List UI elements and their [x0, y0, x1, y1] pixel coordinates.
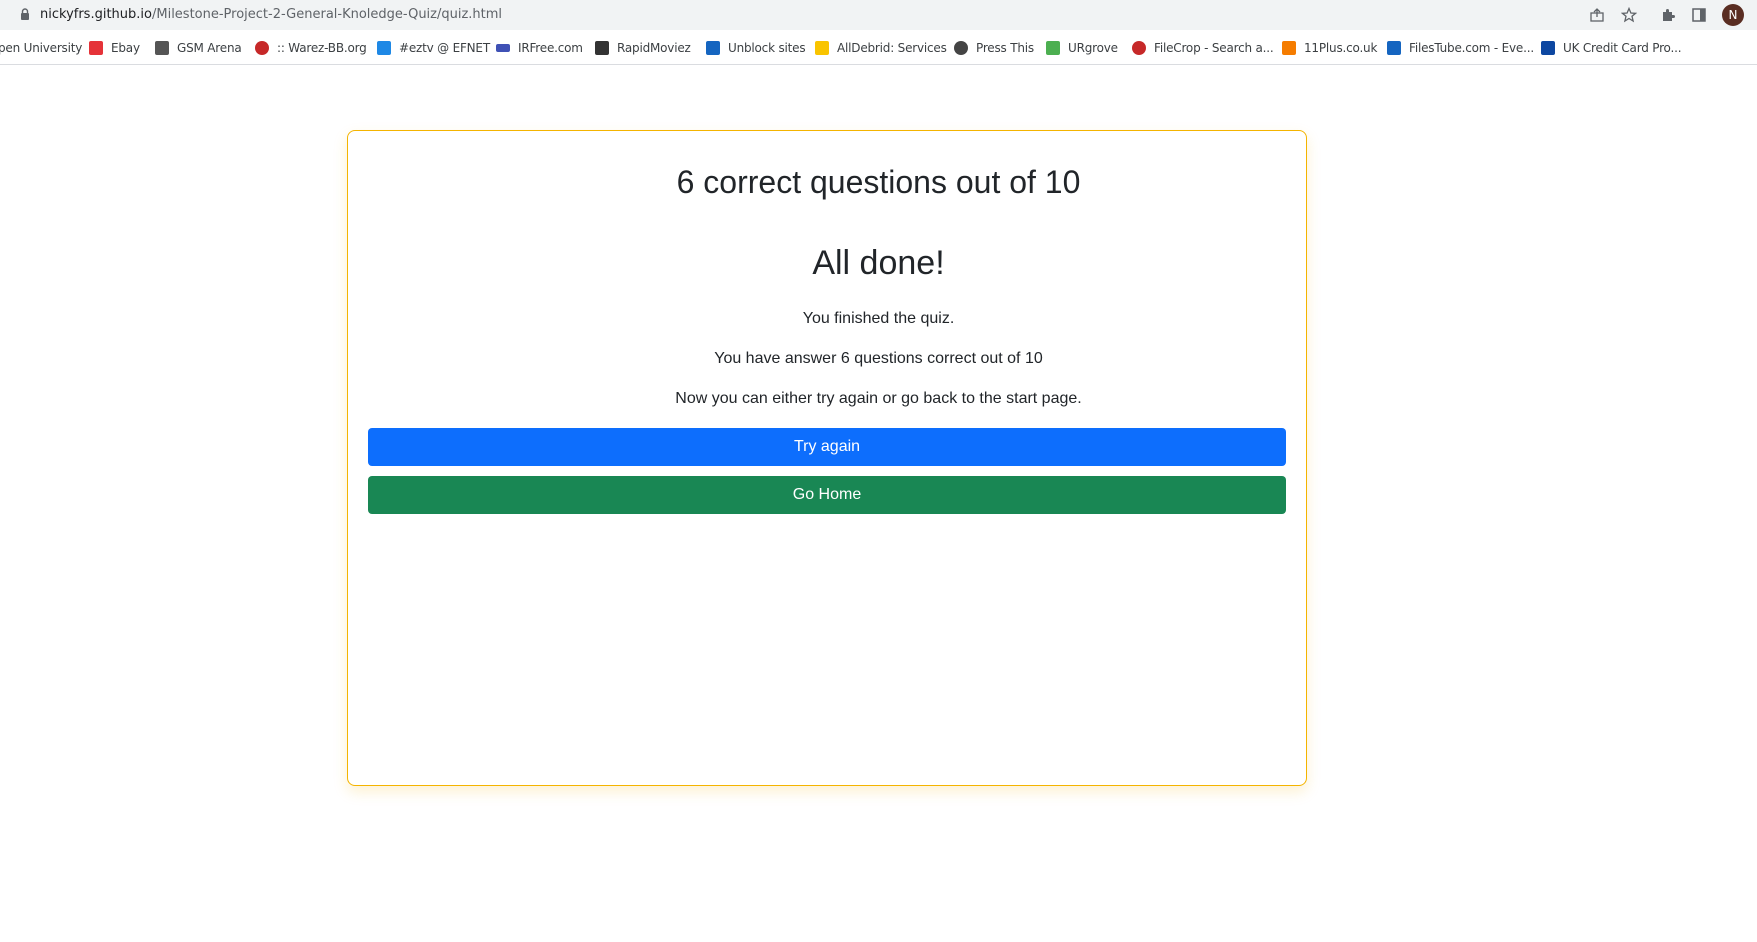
elevenplus-icon [1282, 41, 1296, 55]
bookmark-item[interactable]: UK Credit Card Pro... [1541, 39, 1682, 57]
bookmark-label: :: Warez-BB.org [277, 41, 367, 55]
bookmark-label: UK Credit Card Pro... [1563, 41, 1682, 55]
profile-avatar[interactable]: N [1722, 4, 1744, 26]
ft-icon [1387, 41, 1401, 55]
address-bar[interactable]: nickyfrs.github.io/Milestone-Project-2-G… [0, 0, 1757, 30]
url-host: nickyfrs.github.io [40, 7, 152, 22]
options-message: Now you can either try again or go back … [675, 390, 1082, 407]
bookmark-label: URgrove [1068, 41, 1118, 55]
bookmark-item[interactable]: URgrove [1046, 39, 1118, 57]
bookmark-label: AllDebrid: Services [837, 41, 947, 55]
bookmark-item[interactable]: Ebay [89, 39, 140, 57]
try-again-button[interactable]: Try again [368, 428, 1286, 466]
bookmark-item[interactable]: FileCrop - Search a... [1132, 39, 1274, 57]
bookmark-item[interactable]: 11Plus.co.uk [1282, 39, 1377, 57]
bookmark-item[interactable]: pen University [0, 39, 82, 57]
urgrove-icon [1046, 41, 1060, 55]
go-home-button[interactable]: Go Home [368, 476, 1286, 514]
extensions-puzzle-icon[interactable] [1659, 6, 1677, 24]
bookmark-label: GSM Arena [177, 41, 242, 55]
lock-icon[interactable] [20, 8, 30, 21]
gsmarena-icon [155, 41, 169, 55]
bookmark-label: pen University [0, 41, 83, 55]
bookmark-item[interactable]: GSM Arena [155, 39, 242, 57]
warez-icon [255, 41, 269, 55]
url-path: /Milestone-Project-2-General-Knoledge-Qu… [151, 7, 503, 22]
filecrop-icon [1132, 41, 1146, 55]
bookmark-item[interactable]: AllDebrid: Services [815, 39, 947, 57]
bookmark-label: IRFree.com [518, 41, 583, 55]
bookmark-label: FileCrop - Search a... [1154, 41, 1274, 55]
star-bookmark-icon[interactable] [1620, 6, 1638, 24]
bookmark-item[interactable]: Unblock sites [706, 39, 806, 57]
bookmark-label: Ebay [111, 41, 140, 55]
eztv-icon [377, 41, 391, 55]
bookmark-item[interactable]: FilesTube.com - Eve... [1387, 39, 1534, 57]
ebay-bag-icon [89, 41, 103, 55]
done-title: All done! [812, 244, 945, 282]
url-text[interactable]: nickyfrs.github.io/Milestone-Project-2-G… [40, 7, 502, 22]
answer-message: You have answer 6 questions correct out … [714, 350, 1043, 367]
bookmarks-bar: pen University Ebay GSM Arena :: Warez-B… [0, 30, 1757, 65]
finished-message: You finished the quiz. [802, 310, 955, 327]
wordpress-icon [954, 41, 968, 55]
v-icon [1541, 41, 1555, 55]
share-icon[interactable] [1588, 6, 1606, 24]
rapidmoviez-icon [595, 41, 609, 55]
bookmark-item[interactable]: :: Warez-BB.org [255, 39, 367, 57]
side-panel-icon[interactable] [1690, 6, 1708, 24]
alldebrid-icon [815, 41, 829, 55]
bookmark-label: #eztv @ EFNET [399, 41, 490, 55]
bookmark-label: Unblock sites [728, 41, 806, 55]
irfree-icon [496, 44, 510, 52]
bookmark-item[interactable]: #eztv @ EFNET [377, 39, 490, 57]
score-title: 6 correct questions out of 10 [676, 164, 1081, 200]
bookmark-label: 11Plus.co.uk [1304, 41, 1378, 55]
bookmark-label: RapidMoviez [617, 41, 691, 55]
bookmark-item[interactable]: RapidMoviez [595, 39, 691, 57]
bookmark-item[interactable]: Press This [954, 39, 1034, 57]
bookmark-label: FilesTube.com - Eve... [1409, 41, 1534, 55]
bookmark-item[interactable]: IRFree.com [496, 39, 583, 57]
ft-icon [706, 41, 720, 55]
bookmark-label: Press This [976, 41, 1034, 55]
